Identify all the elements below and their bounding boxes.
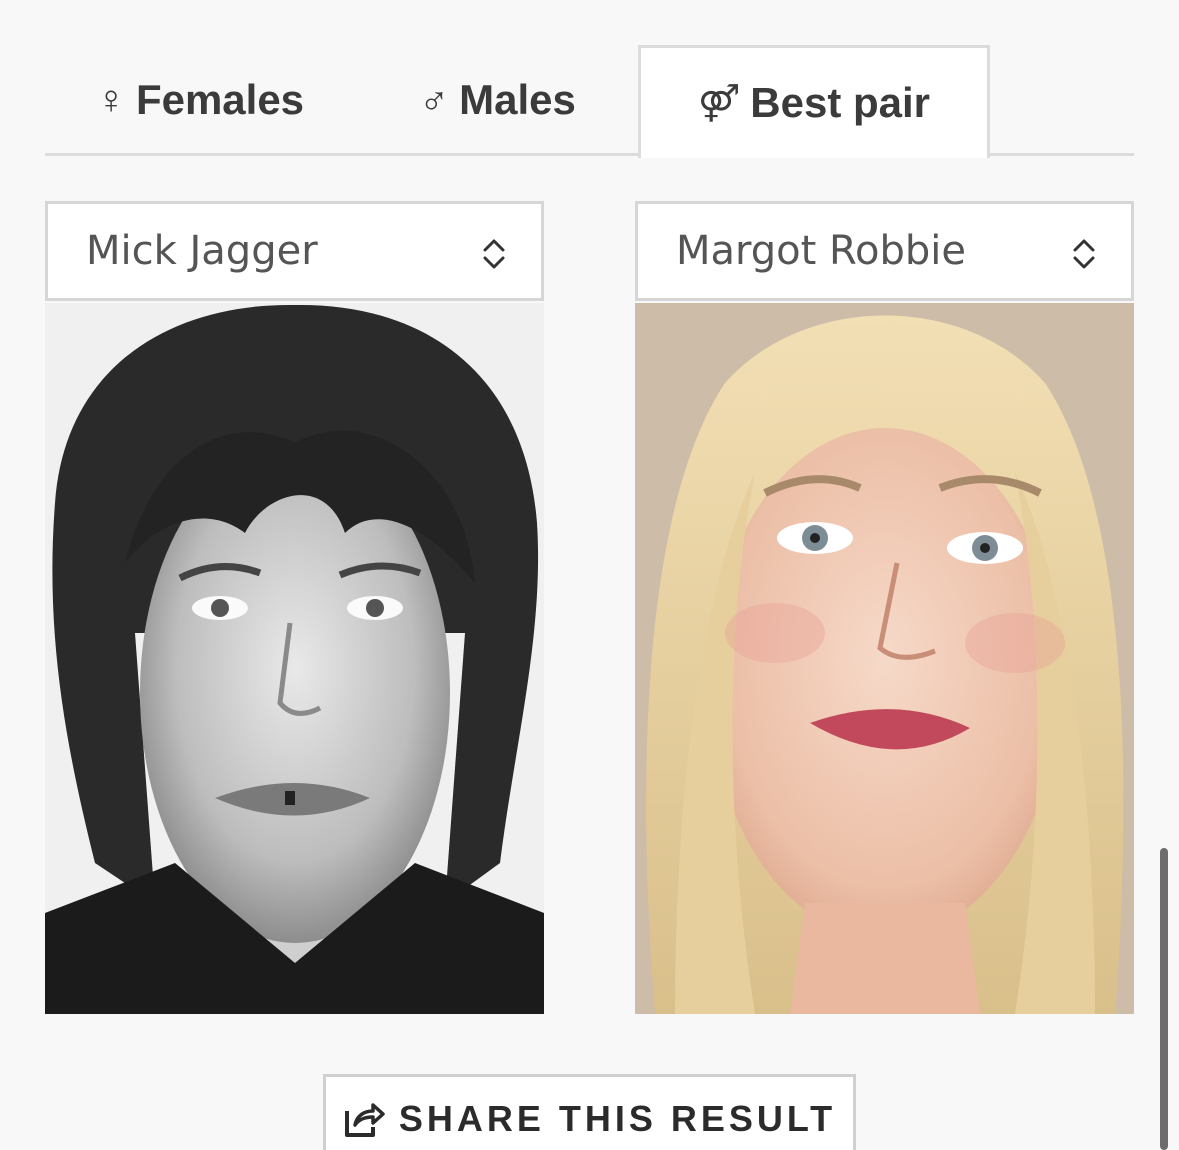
tab-label-females: Females bbox=[135, 76, 305, 123]
male-portrait-photo bbox=[45, 303, 544, 1014]
female-portrait-photo bbox=[635, 303, 1134, 1014]
scrollbar[interactable] bbox=[1160, 848, 1168, 1150]
female-person-select-value: Margot Robbie bbox=[676, 228, 966, 274]
tab-females[interactable]: ♀ Females bbox=[60, 45, 340, 155]
male-symbol-icon: ♂ bbox=[419, 78, 450, 122]
male-person-select[interactable]: Mick Jagger bbox=[45, 201, 544, 301]
chevron-up-down-icon bbox=[483, 239, 505, 269]
pair-symbol-icon: ⚤ bbox=[697, 82, 741, 123]
female-person-select[interactable]: Margot Robbie bbox=[635, 201, 1134, 301]
chevron-up-down-icon bbox=[1073, 239, 1095, 269]
share-result-button[interactable]: SHARE THIS RESULT bbox=[323, 1074, 856, 1150]
share-button-label: SHARE THIS RESULT bbox=[398, 1098, 837, 1139]
share-icon bbox=[344, 1103, 385, 1137]
male-person-select-value: Mick Jagger bbox=[86, 228, 318, 274]
tab-best-pair[interactable]: ⚤ Best pair bbox=[638, 45, 990, 158]
tab-males[interactable]: ♂ Males bbox=[380, 45, 615, 155]
tab-label-best-pair: Best pair bbox=[750, 79, 931, 126]
female-symbol-icon: ♀ bbox=[95, 78, 126, 122]
page: ♀ Females ♂ Males ⚤ Best pair Mick Jagge… bbox=[0, 0, 1179, 1150]
tab-label-males: Males bbox=[459, 76, 576, 123]
